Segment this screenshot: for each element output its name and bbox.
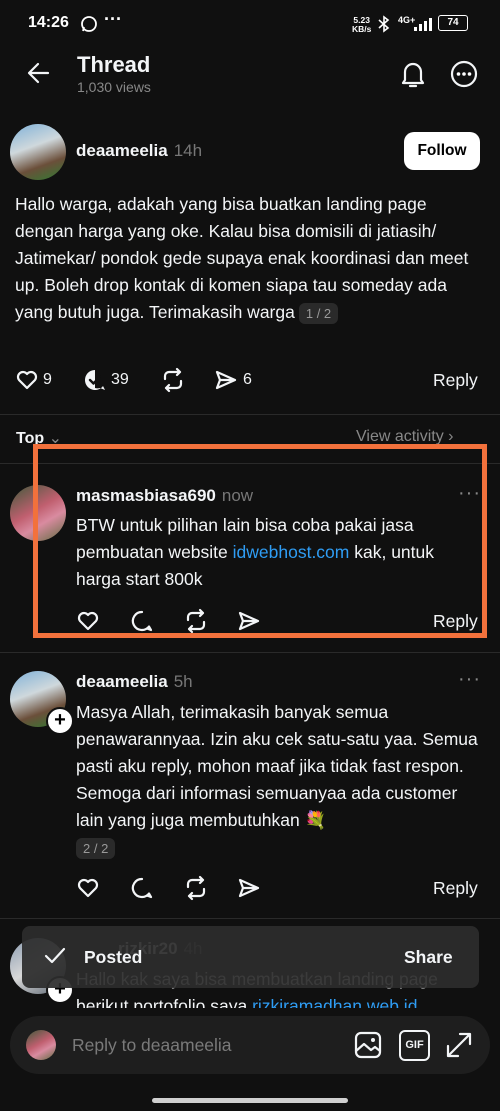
highlight-box (33, 444, 487, 638)
image-icon[interactable] (353, 1030, 383, 1060)
more-options-icon[interactable] (450, 60, 478, 88)
whatsapp-icon (81, 16, 97, 32)
divider (0, 652, 500, 653)
view-count: 1,030 views (77, 79, 151, 95)
repost-icon[interactable] (183, 875, 209, 901)
bell-icon[interactable] (399, 59, 427, 89)
checkmark-icon (44, 947, 66, 964)
like-count: 9 (43, 371, 52, 388)
battery-icon: 74 (438, 15, 468, 31)
page-title: Thread (77, 52, 151, 77)
share-count: 6 (243, 371, 252, 388)
follow-plus-icon[interactable]: + (46, 707, 74, 735)
toast: Posted Share (22, 926, 479, 988)
repost-icon[interactable] (160, 367, 186, 393)
reply-time: 5h (173, 672, 193, 691)
signal-icon (414, 18, 432, 31)
toast-status: Posted (84, 947, 143, 967)
comment-icon[interactable] (130, 876, 154, 900)
more-options-icon[interactable]: ··· (458, 668, 481, 691)
reply-text: Masya Allah, terimakasih banyak semua pe… (76, 699, 481, 861)
reply-composer[interactable]: Reply to deaameelia GIF (10, 1016, 490, 1074)
post-time: 14h (173, 141, 203, 160)
like-heart-icon[interactable] (76, 876, 100, 900)
expand-icon[interactable] (444, 1030, 474, 1060)
reply-count: 39 (111, 371, 129, 388)
share-send-icon[interactable] (237, 876, 261, 900)
toast-share-button[interactable]: Share (404, 947, 453, 968)
gif-button[interactable]: GIF (399, 1030, 430, 1061)
reply-author: deaameelia 5h (76, 672, 193, 692)
share-send-icon[interactable] (214, 368, 238, 392)
back-arrow-icon[interactable] (26, 60, 52, 86)
divider (0, 414, 500, 415)
more-notifications-icon: ··· (104, 9, 122, 29)
username[interactable]: deaameelia (76, 672, 168, 691)
reply-button[interactable]: Reply (433, 370, 478, 391)
bluetooth-icon (378, 15, 390, 33)
post-pager: 2 / 2 (76, 837, 116, 859)
like-heart-icon[interactable] (15, 368, 39, 392)
reply-button[interactable]: Reply (433, 878, 478, 899)
divider (0, 918, 500, 919)
reply-input[interactable]: Reply to deaameelia (72, 1035, 232, 1056)
avatar (26, 1030, 56, 1060)
post-text: Hallo warga, adakah yang bisa buatkan la… (15, 194, 469, 324)
status-time: 14:26 (28, 14, 69, 31)
avatar[interactable] (10, 124, 66, 180)
username[interactable]: deaameelia (76, 141, 168, 160)
home-indicator[interactable] (152, 1098, 348, 1103)
net-speed: 5.23 KB/s (352, 15, 372, 34)
post-pager: 1 / 2 (298, 302, 339, 324)
post-author: deaameelia 14h (76, 141, 202, 161)
follow-button[interactable]: Follow (404, 132, 480, 170)
reply-bubble-icon[interactable] (83, 368, 107, 392)
